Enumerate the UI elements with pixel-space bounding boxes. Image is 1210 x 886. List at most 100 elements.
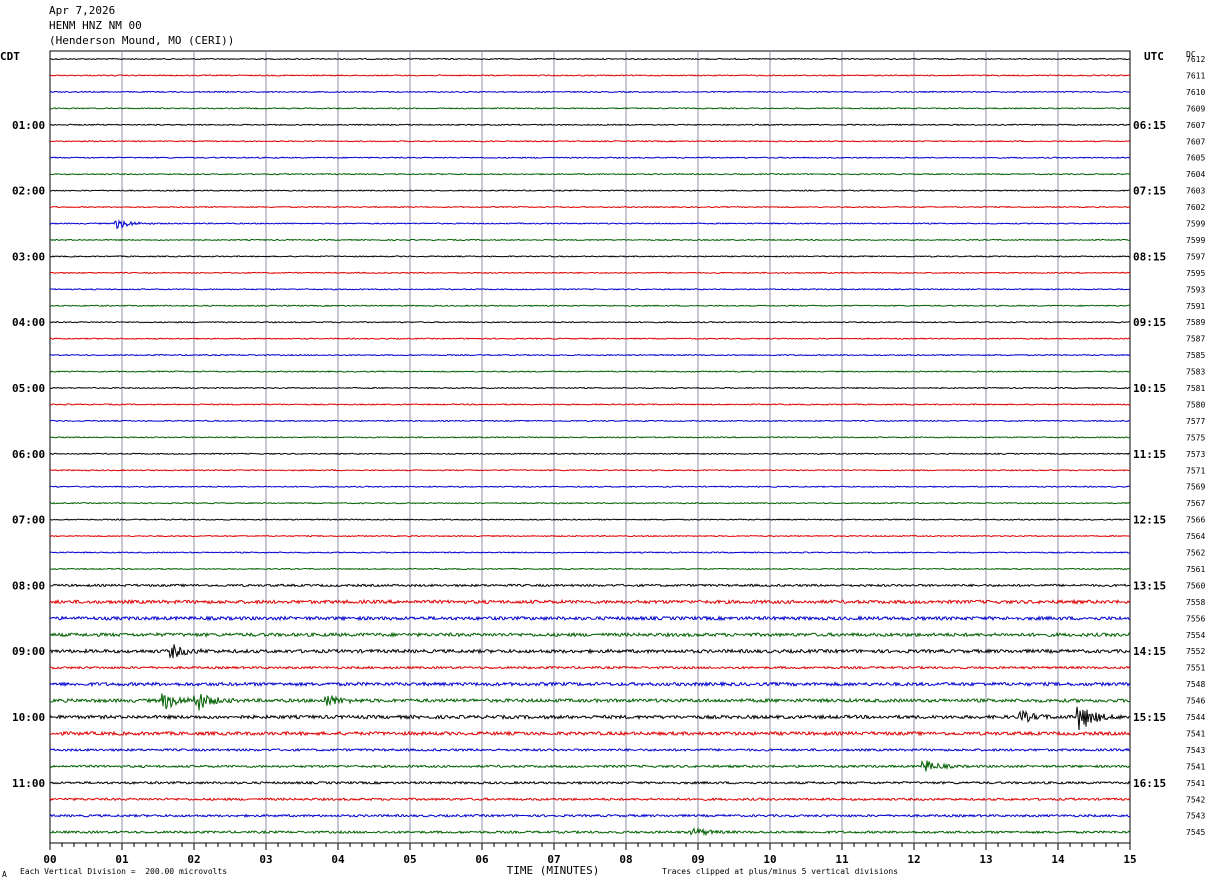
trace-line bbox=[49, 797, 1131, 802]
x-tick-label: 15 bbox=[1123, 853, 1136, 866]
trace-line bbox=[49, 123, 1131, 127]
dc-offset-label: 7599 bbox=[1186, 236, 1205, 245]
trace-line bbox=[49, 337, 1131, 340]
dc-offset-label: 7610 bbox=[1186, 88, 1205, 97]
x-tick-label: 13 bbox=[979, 853, 992, 866]
trace-line bbox=[49, 760, 1131, 772]
trace-line bbox=[49, 567, 1131, 571]
cdt-time-label: 08:00 bbox=[12, 579, 45, 592]
trace-line bbox=[49, 172, 1131, 176]
trace-line bbox=[49, 534, 1131, 538]
trace-line bbox=[49, 107, 1131, 110]
trace-line bbox=[49, 780, 1131, 785]
plot-frame bbox=[49, 50, 1131, 844]
dc-offset-label: 7611 bbox=[1186, 71, 1205, 80]
seismogram-chart: 7612 7611 7610 7609 7607 7607 7605 7604 7603 7602… bbox=[12, 50, 1205, 877]
trace-line bbox=[49, 353, 1131, 357]
dc-offset-label: 7580 bbox=[1186, 400, 1205, 409]
trace-line bbox=[49, 693, 1131, 711]
dc-offset-label: 7541 bbox=[1186, 729, 1205, 738]
dc-offset-label: 7556 bbox=[1186, 614, 1205, 623]
dc-offset-label: 7566 bbox=[1186, 516, 1205, 525]
cdt-time-label: 10:00 bbox=[12, 711, 45, 724]
x-tick-label: 06 bbox=[475, 853, 489, 866]
trace-line bbox=[49, 485, 1131, 488]
trace-line bbox=[49, 304, 1131, 307]
dc-offset-label: 7569 bbox=[1186, 483, 1205, 492]
dc-offset-label: 7603 bbox=[1186, 187, 1205, 196]
x-tick-label: 11 bbox=[835, 853, 849, 866]
trace-line bbox=[49, 288, 1131, 291]
utc-time-label: 09:15 bbox=[1133, 316, 1166, 329]
dc-offset-label: 7589 bbox=[1186, 318, 1205, 327]
dc-offset-label: 7542 bbox=[1186, 795, 1205, 804]
trace-line bbox=[49, 813, 1131, 818]
trace-line bbox=[49, 644, 1131, 659]
x-tick-label: 02 bbox=[187, 853, 200, 866]
trace-line bbox=[49, 747, 1131, 753]
dc-offset-label: 7591 bbox=[1186, 302, 1205, 311]
utc-time-label: 15:15 bbox=[1133, 711, 1166, 724]
trace-line bbox=[49, 452, 1131, 456]
trace-line bbox=[49, 140, 1131, 143]
cdt-time-label: 01:00 bbox=[12, 119, 45, 132]
dc-offset-label: 7612 bbox=[1186, 55, 1205, 64]
dc-offset-label: 7609 bbox=[1186, 104, 1205, 113]
x-tick-label: 03 bbox=[259, 853, 272, 866]
x-tick-label: 04 bbox=[331, 853, 345, 866]
x-tick-label: 08 bbox=[619, 853, 632, 866]
dc-offset-label: 7543 bbox=[1186, 746, 1205, 755]
trace-line bbox=[49, 156, 1131, 159]
trace-line bbox=[49, 255, 1131, 258]
dc-offset-label: 7558 bbox=[1186, 598, 1205, 607]
dc-offset-label: 7564 bbox=[1186, 532, 1205, 541]
utc-time-label: 14:15 bbox=[1133, 645, 1166, 658]
trace-line bbox=[49, 436, 1131, 439]
dc-offset-label: 7587 bbox=[1186, 335, 1205, 344]
dc-offset-label: 7571 bbox=[1186, 466, 1205, 475]
trace-line bbox=[49, 205, 1131, 209]
trace-line bbox=[49, 57, 1131, 61]
utc-time-label: 06:15 bbox=[1133, 119, 1166, 132]
trace-line bbox=[49, 583, 1131, 588]
dc-offset-label: 7599 bbox=[1186, 220, 1205, 229]
dc-offset-label: 7607 bbox=[1186, 137, 1205, 146]
cdt-time-label: 09:00 bbox=[12, 645, 45, 658]
cdt-time-label: 06:00 bbox=[12, 448, 45, 461]
trace-line bbox=[49, 403, 1131, 406]
x-tick-label: 05 bbox=[403, 853, 416, 866]
utc-time-label: 11:15 bbox=[1133, 448, 1166, 461]
trace-line bbox=[49, 189, 1130, 192]
dc-offset-label: 7595 bbox=[1186, 269, 1205, 278]
utc-time-label: 12:15 bbox=[1133, 514, 1166, 527]
dc-offset-label: 7607 bbox=[1186, 121, 1205, 130]
trace-line bbox=[49, 551, 1131, 554]
dc-offset-label: 7546 bbox=[1186, 697, 1205, 706]
cdt-time-label: 07:00 bbox=[12, 514, 45, 527]
cdt-time-label: 04:00 bbox=[12, 316, 45, 329]
dc-offset-label: 7541 bbox=[1186, 762, 1205, 771]
x-axis-title: TIME (MINUTES) bbox=[507, 864, 600, 877]
trace-line bbox=[49, 370, 1131, 373]
dc-offset-label: 7577 bbox=[1186, 417, 1205, 426]
dc-offset-label: 7604 bbox=[1186, 170, 1205, 179]
cdt-time-label: 05:00 bbox=[12, 382, 45, 395]
trace-line bbox=[49, 826, 1131, 837]
trace-line bbox=[49, 74, 1131, 77]
dc-offset-label: 7561 bbox=[1186, 565, 1205, 574]
dc-offset-label: 7575 bbox=[1186, 433, 1205, 442]
dc-offset-label: 7552 bbox=[1186, 647, 1205, 656]
dc-offset-label: 7545 bbox=[1186, 828, 1205, 837]
trace-line bbox=[49, 219, 1131, 230]
trace-line bbox=[49, 419, 1131, 423]
x-tick-label: 10 bbox=[763, 853, 776, 866]
trace-line bbox=[49, 706, 1131, 731]
trace-line bbox=[49, 271, 1131, 275]
trace-line bbox=[49, 518, 1131, 521]
dc-offset-label: 7583 bbox=[1186, 368, 1205, 377]
dc-offset-label: 7560 bbox=[1186, 581, 1205, 590]
dc-offset-label: 7554 bbox=[1186, 631, 1205, 640]
cdt-time-label: 02:00 bbox=[12, 185, 45, 198]
trace-line bbox=[49, 386, 1131, 390]
dc-offset-label: 7562 bbox=[1186, 549, 1205, 558]
